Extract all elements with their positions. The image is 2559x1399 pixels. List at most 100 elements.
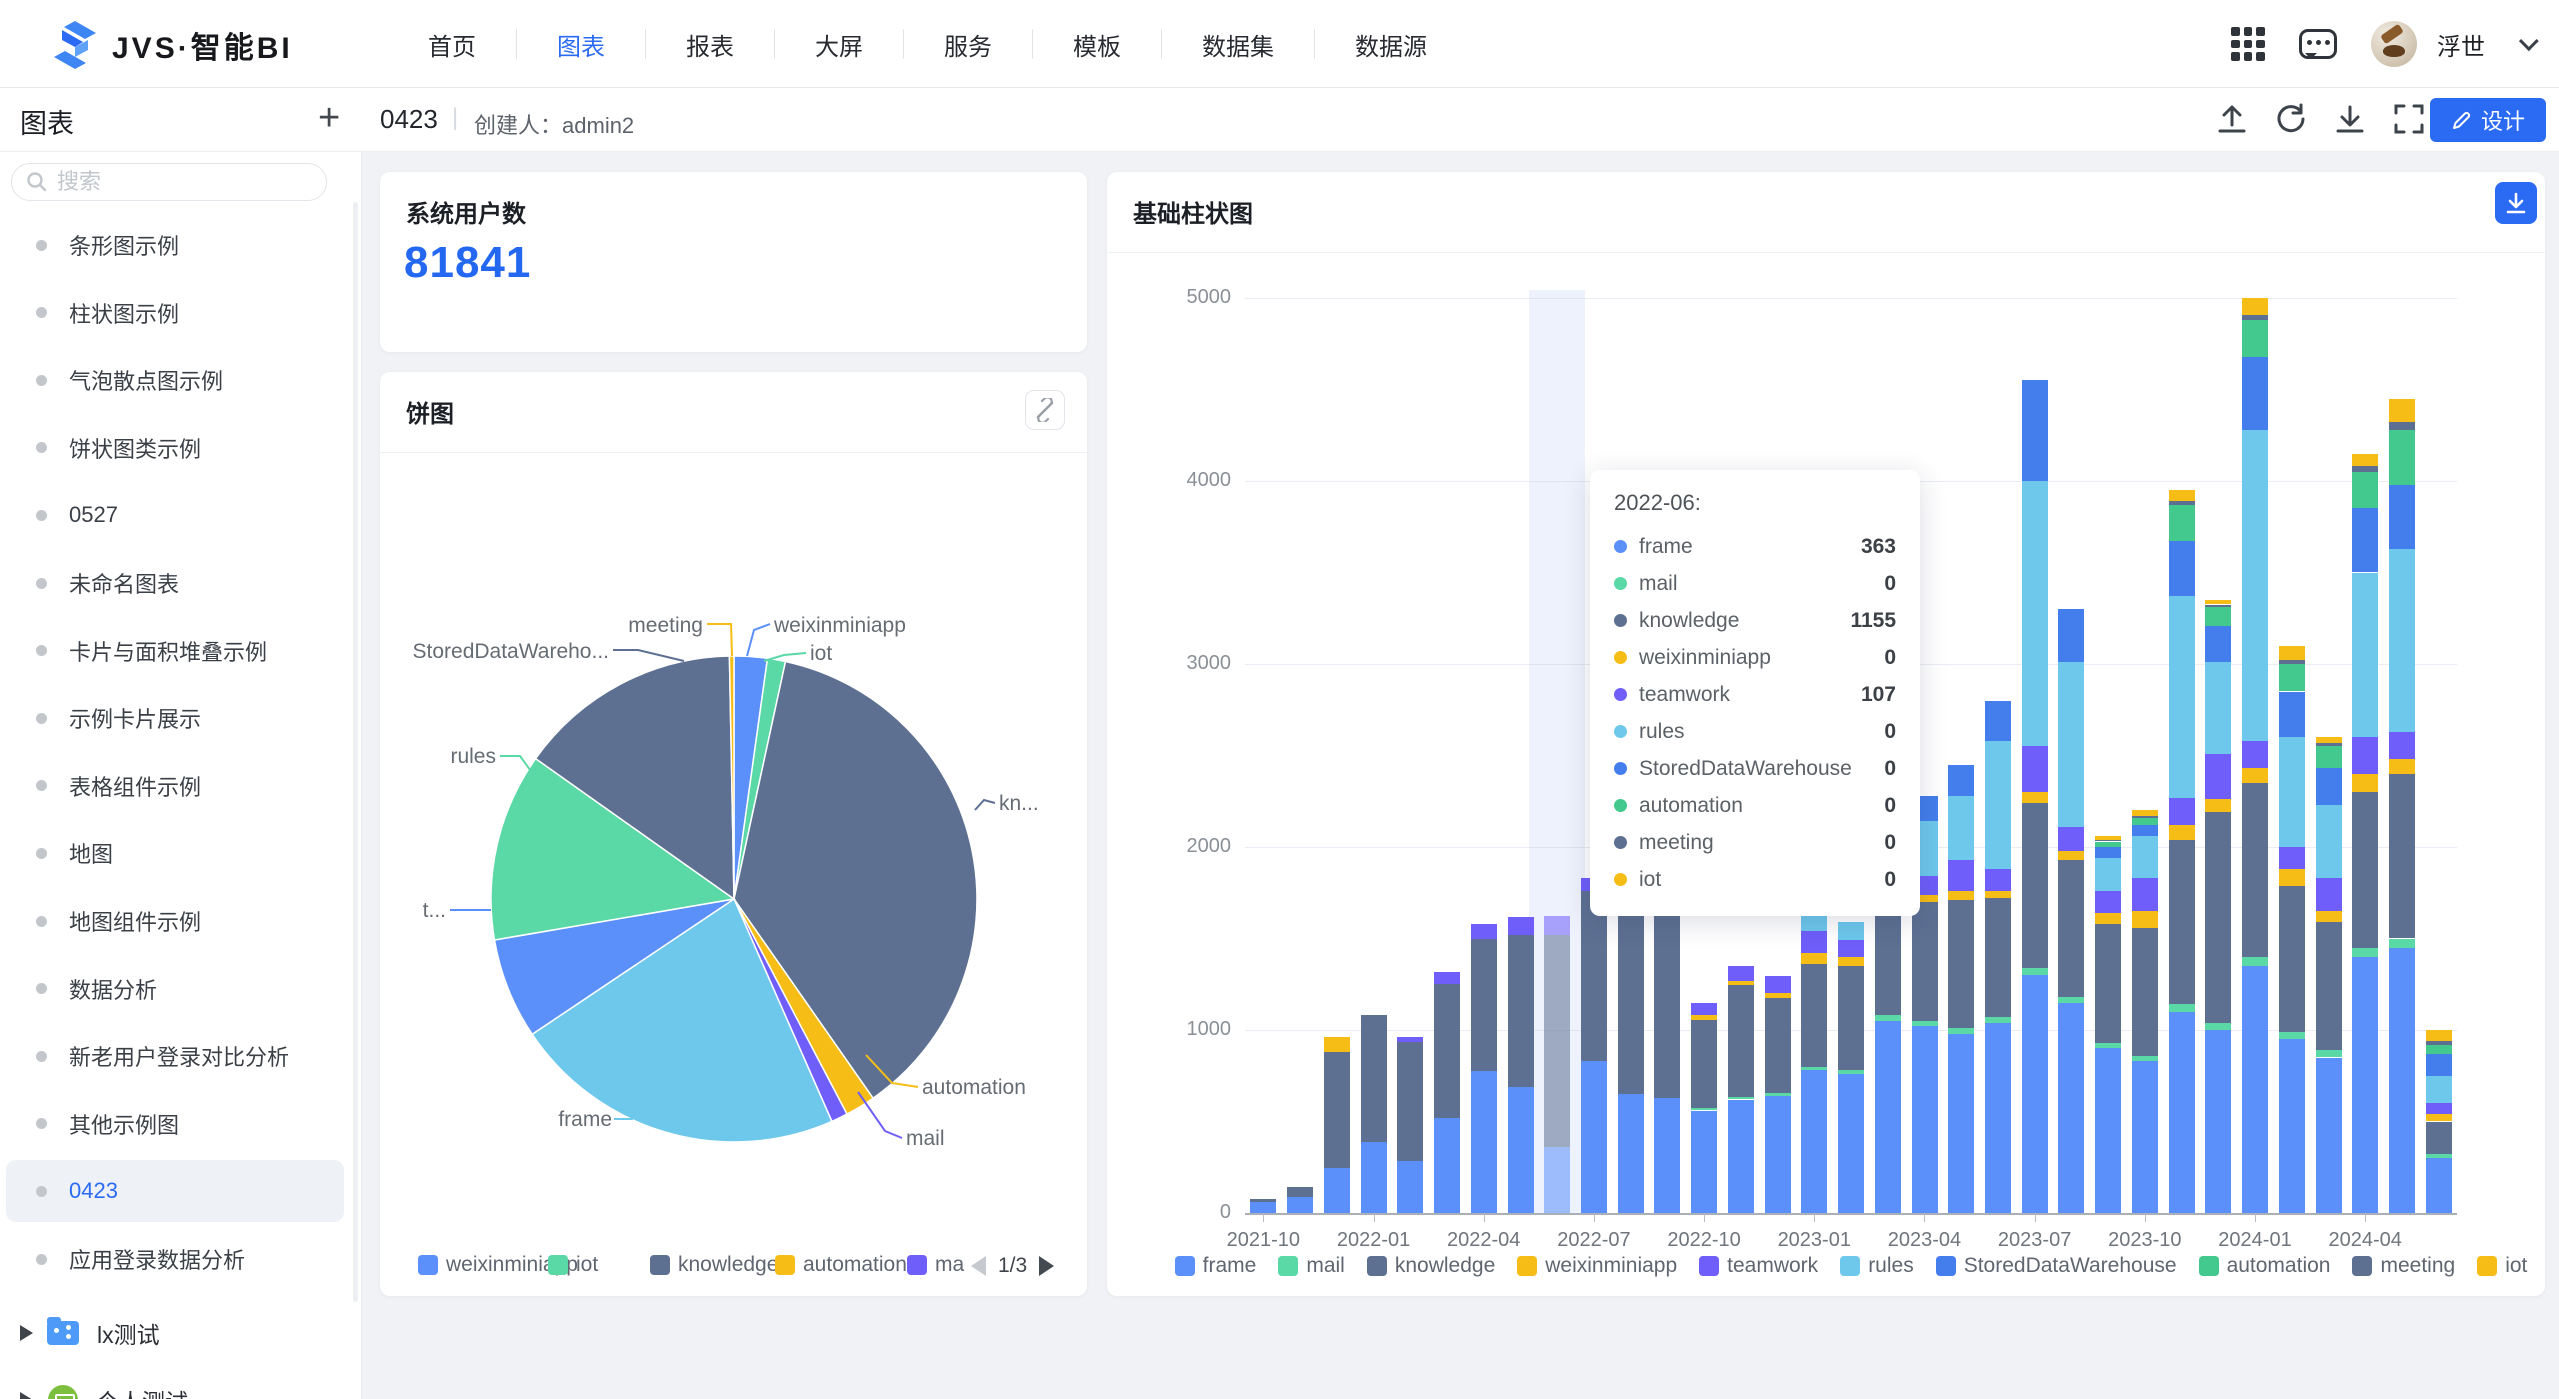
legend-label: mail bbox=[1306, 1254, 1345, 1278]
upload-icon[interactable] bbox=[2215, 102, 2249, 136]
sidebar-item-label: 条形图示例 bbox=[69, 229, 179, 261]
legend-swatch bbox=[548, 1255, 568, 1275]
brand[interactable]: JVS·智能BI bbox=[52, 21, 293, 69]
menu-item-4[interactable]: 服务 bbox=[904, 27, 1032, 62]
series-dot-icon bbox=[1614, 799, 1627, 812]
bar-legend-item-weixinminiapp[interactable]: weixinminiapp bbox=[1517, 1254, 1677, 1278]
legend-next-icon[interactable] bbox=[1039, 1256, 1054, 1276]
chevron-down-icon[interactable] bbox=[2519, 31, 2539, 51]
user-name[interactable]: 浮世 bbox=[2437, 27, 2485, 62]
bar-legend-item-StoredDataWarehouse[interactable]: StoredDataWarehouse bbox=[1936, 1254, 2177, 1278]
sidebar-item-14[interactable]: 0423 bbox=[6, 1160, 344, 1222]
pie-legend-item-1[interactable]: iot bbox=[548, 1253, 598, 1277]
bar-segment-mail bbox=[2279, 1032, 2305, 1039]
bullet-icon bbox=[36, 240, 47, 251]
sidebar-item-8[interactable]: 表格组件示例 bbox=[6, 755, 344, 817]
bar-segment-knowledge bbox=[1728, 985, 1754, 1097]
bar-segment-frame bbox=[2316, 1058, 2342, 1214]
legend-label: iot bbox=[576, 1253, 598, 1277]
bar-segment-teamwork bbox=[1508, 917, 1534, 935]
tooltip-row-automation: automation0 bbox=[1614, 787, 1896, 824]
avatar[interactable] bbox=[2371, 21, 2417, 67]
unlink-icon[interactable] bbox=[1025, 390, 1065, 430]
series-dot-icon bbox=[1614, 725, 1627, 738]
sidebar-item-4[interactable]: 0527 bbox=[6, 484, 344, 546]
bar-legend-item-teamwork[interactable]: teamwork bbox=[1699, 1254, 1818, 1278]
bar-segment-rules bbox=[2316, 805, 2342, 878]
menu-item-2[interactable]: 报表 bbox=[646, 27, 774, 62]
chart-download-button[interactable] bbox=[2495, 182, 2537, 224]
bar-segment-teamwork bbox=[2095, 891, 2121, 913]
bar-segment-StoredDataWarehouse bbox=[2389, 485, 2415, 549]
sidebar-item-7[interactable]: 示例卡片展示 bbox=[6, 687, 344, 749]
bar-legend-item-automation[interactable]: automation bbox=[2199, 1254, 2331, 1278]
bullet-icon bbox=[36, 983, 47, 994]
sidebar-item-6[interactable]: 卡片与面积堆叠示例 bbox=[6, 620, 344, 682]
sidebar-group-0[interactable]: lx测试 bbox=[6, 1302, 344, 1364]
message-icon[interactable] bbox=[2299, 29, 2337, 59]
bar-segment-knowledge bbox=[1287, 1187, 1313, 1197]
sidebar-item-5[interactable]: 未命名图表 bbox=[6, 552, 344, 614]
menu-item-6[interactable]: 数据集 bbox=[1162, 27, 1314, 62]
bar-segment-frame bbox=[2426, 1158, 2452, 1213]
sidebar-group-1[interactable]: 个人测试 bbox=[6, 1369, 344, 1399]
download-icon[interactable] bbox=[2333, 102, 2367, 136]
bar-legend-item-meeting[interactable]: meeting bbox=[2352, 1254, 2455, 1278]
bar-segment-teamwork bbox=[2352, 737, 2378, 774]
bar-legend-item-rules[interactable]: rules bbox=[1840, 1254, 1914, 1278]
search-input[interactable] bbox=[57, 169, 297, 195]
sidebar-item-3[interactable]: 饼状图类示例 bbox=[6, 417, 344, 479]
bar-segment-teamwork bbox=[1691, 1003, 1717, 1016]
design-button[interactable]: 设计 bbox=[2430, 98, 2546, 142]
menu-item-0[interactable]: 首页 bbox=[388, 27, 516, 62]
bar-legend-item-frame[interactable]: frame bbox=[1175, 1254, 1257, 1278]
bar-segment-rules bbox=[1948, 796, 1974, 860]
bar-segment-weixinminiapp bbox=[2132, 911, 2158, 928]
apps-grid-icon[interactable] bbox=[2231, 27, 2265, 61]
menu-item-5[interactable]: 模板 bbox=[1033, 27, 1161, 62]
expand-arrow-icon[interactable] bbox=[20, 1325, 33, 1341]
y-axis-label: 0 bbox=[1161, 1201, 1231, 1224]
sidebar-item-label: 卡片与面积堆叠示例 bbox=[69, 635, 267, 667]
pie-legend-item-2[interactable]: knowledge bbox=[650, 1253, 778, 1277]
legend-prev-icon[interactable] bbox=[971, 1256, 986, 1276]
bar-segment-mail bbox=[1838, 1070, 1864, 1074]
bar-segment-knowledge bbox=[1471, 939, 1497, 1071]
bar-segment-mail bbox=[1875, 1015, 1901, 1021]
menu-item-1[interactable]: 图表 bbox=[517, 27, 645, 62]
series-dot-icon bbox=[1614, 540, 1627, 553]
sidebar-item-1[interactable]: 柱状图示例 bbox=[6, 282, 344, 344]
pie-card: 饼图 meetingweixinminiappiotStoredDataWare… bbox=[380, 372, 1087, 1296]
add-chart-button[interactable]: + bbox=[318, 96, 340, 140]
sidebar-item-13[interactable]: 其他示例图 bbox=[6, 1093, 344, 1155]
menu-item-7[interactable]: 数据源 bbox=[1315, 27, 1467, 62]
sidebar-item-label: 柱状图示例 bbox=[69, 297, 179, 329]
pie-legend-item-3[interactable]: automation bbox=[775, 1253, 907, 1277]
bar-legend-item-iot[interactable]: iot bbox=[2477, 1254, 2527, 1278]
tooltip-series-value: 0 bbox=[1884, 831, 1896, 855]
bar-segment-knowledge bbox=[1801, 964, 1827, 1067]
bar-segment-weixinminiapp bbox=[2095, 913, 2121, 924]
sidebar-item-11[interactable]: 数据分析 bbox=[6, 958, 344, 1020]
bar-segment-weixinminiapp bbox=[1324, 1037, 1350, 1052]
sidebar-item-10[interactable]: 地图组件示例 bbox=[6, 890, 344, 952]
fullscreen-icon[interactable] bbox=[2392, 102, 2426, 136]
x-axis-label: 2023-07 bbox=[1975, 1229, 2095, 1252]
y-axis-label: 3000 bbox=[1161, 652, 1231, 675]
pie-legend-item-4[interactable]: ma bbox=[907, 1253, 964, 1277]
bar-segment-teamwork bbox=[2169, 798, 2195, 825]
bar-legend-item-mail[interactable]: mail bbox=[1278, 1254, 1345, 1278]
bar-segment-teamwork bbox=[2242, 741, 2268, 768]
refresh-icon[interactable] bbox=[2274, 102, 2308, 136]
bar-legend-item-knowledge[interactable]: knowledge bbox=[1367, 1254, 1495, 1278]
bar-segment-automation bbox=[2352, 472, 2378, 509]
pie-label-knowledge: kn... bbox=[999, 792, 1039, 816]
expand-arrow-icon[interactable] bbox=[20, 1392, 33, 1399]
sidebar-item-12[interactable]: 新老用户登录对比分析 bbox=[6, 1025, 344, 1087]
sidebar-item-2[interactable]: 气泡散点图示例 bbox=[6, 349, 344, 411]
menu-item-3[interactable]: 大屏 bbox=[775, 27, 903, 62]
sidebar-item-0[interactable]: 条形图示例 bbox=[6, 214, 344, 276]
sidebar-scrollbar[interactable] bbox=[353, 202, 358, 1302]
sidebar-item-15[interactable]: 应用登录数据分析 bbox=[6, 1228, 344, 1290]
sidebar-item-9[interactable]: 地图 bbox=[6, 822, 344, 884]
